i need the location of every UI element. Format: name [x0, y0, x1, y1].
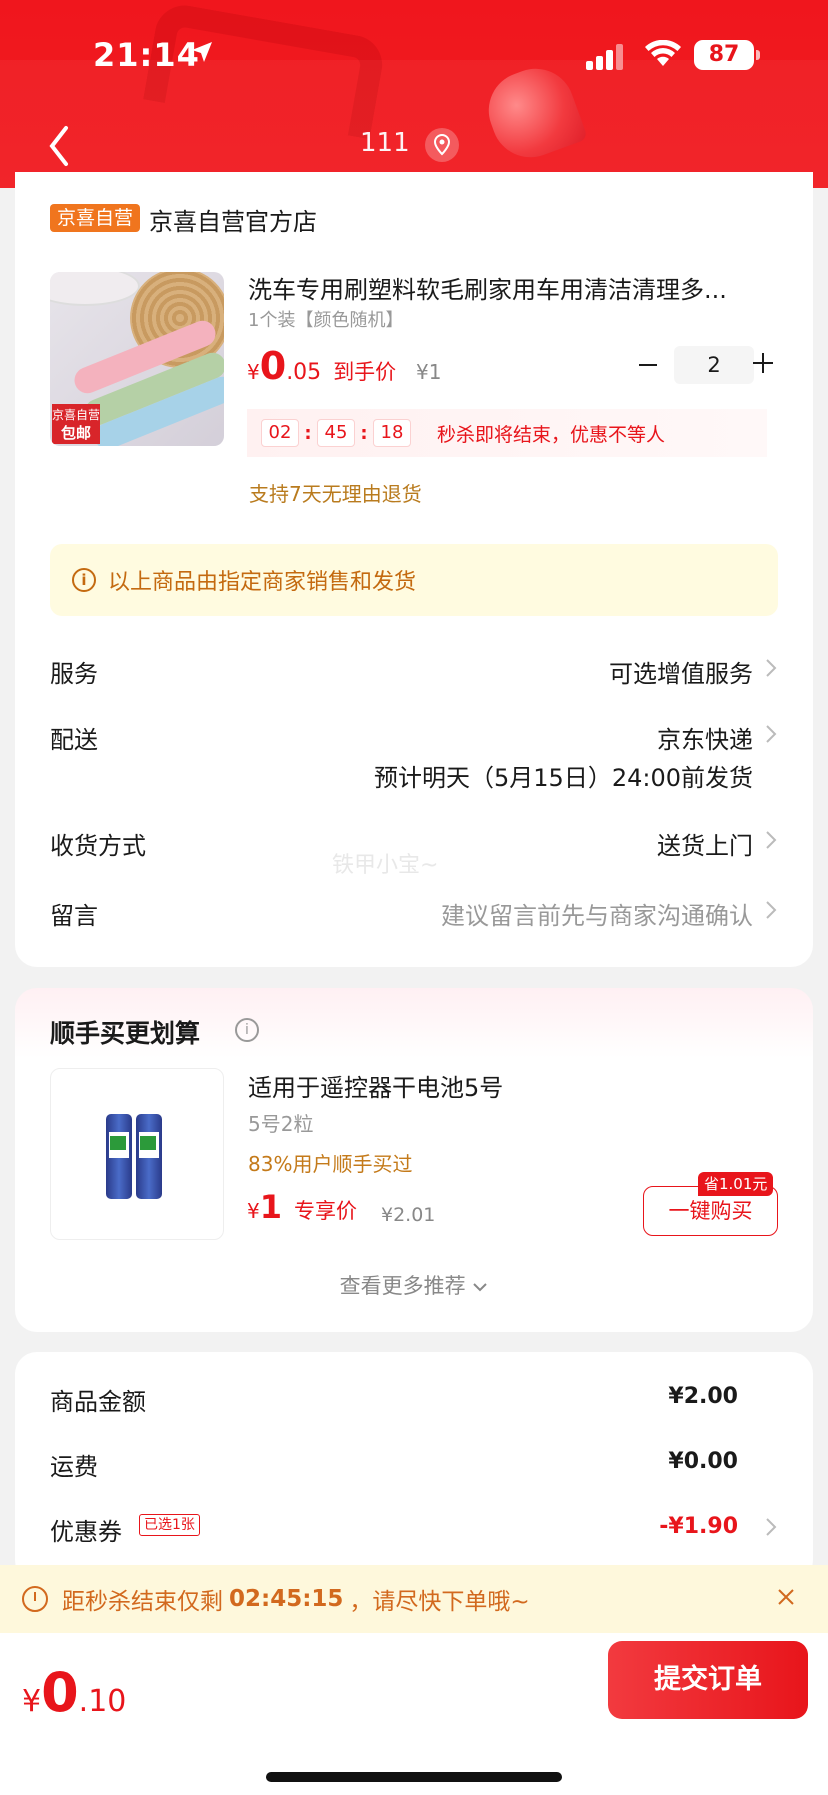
seller-notice: i 以上商品由指定商家销售和发货 — [50, 544, 778, 616]
home-indicator[interactable] — [266, 1772, 562, 1782]
quantity-input[interactable]: 2 — [674, 346, 754, 384]
return-policy: 支持7天无理由退货 — [249, 482, 422, 506]
delivery-value: 京东快递 — [657, 726, 753, 754]
coupon-value: -¥1.90 — [659, 1514, 738, 1539]
recommend-item-image[interactable] — [50, 1068, 224, 1240]
status-time: 21:14 — [93, 36, 200, 74]
flash-sale-banner: 距秒杀结束仅剩 02:45:15 ，请尽快下单哦~ — [0, 1565, 828, 1633]
free-shipping-tag-top: 京喜自营 — [52, 408, 101, 422]
chevron-right-icon — [766, 725, 777, 743]
recommend-item-bought: 83%用户顺手买过 — [248, 1152, 413, 1176]
flash-sale-countdown: 02 : 45 : 18 秒杀即将结束，优惠不等人 — [247, 409, 767, 457]
price-integer: 0 — [41, 1661, 79, 1724]
free-shipping-tag: 京喜自营 包邮 — [52, 404, 100, 444]
original-price: ¥1 — [416, 360, 442, 384]
coupon-selected-badge: 已选1张 — [139, 1514, 200, 1536]
price-decimal: .10 — [78, 1684, 127, 1719]
delivery-estimate: 预计明天（5月15日）24:00前发货 — [374, 764, 753, 792]
save-amount-badge: 省1.01元 — [698, 1172, 774, 1196]
product-price: ¥ 0 .05 到手价 — [247, 344, 396, 388]
bottom-bar: ¥ 0 .10 提交订单 — [0, 1633, 828, 1795]
shipping-label: 运费 — [50, 1453, 98, 1481]
order-card: 京喜自营 京喜自营官方店 京喜自营 包邮 洗车专用刷塑料软毛刷家用车用清洁清理多… — [15, 172, 813, 967]
quantity-minus-icon[interactable] — [635, 352, 661, 378]
receive-method-value: 送货上门 — [657, 832, 753, 860]
status-bar: 21:14 87 — [0, 0, 828, 110]
quantity-plus-icon[interactable] — [748, 348, 778, 378]
message-label: 留言 — [50, 902, 98, 930]
close-icon[interactable] — [774, 1585, 798, 1609]
countdown-separator: : — [360, 422, 368, 444]
banner-prefix: 距秒杀结束仅剩 — [62, 1589, 223, 1615]
countdown-minutes: 45 — [317, 419, 355, 447]
battery-icon: 87 — [694, 40, 760, 70]
message-placeholder: 建议留言前先与商家沟通确认 — [441, 902, 753, 930]
watermark: 铁甲小宝~ — [332, 853, 439, 878]
recommend-card: 顺手买更划算 i 适用于遥控器干电池5号 5号2粒 83%用户顺手买过 ¥ 1 … — [15, 988, 813, 1332]
product-title[interactable]: 洗车专用刷塑料软毛刷家用车用清洁清理多... — [248, 270, 778, 305]
receive-method-label: 收货方式 — [50, 832, 146, 860]
price-symbol: ¥ — [22, 1684, 42, 1719]
cellular-signal-icon — [586, 44, 623, 70]
price-summary-card: 商品金额 ¥2.00 运费 ¥0.00 优惠券 已选1张 -¥1.90 — [15, 1352, 813, 1582]
chevron-right-icon — [766, 901, 777, 919]
chevron-right-icon — [766, 831, 777, 849]
flash-sale-text: 秒杀即将结束，优惠不等人 — [437, 423, 666, 446]
bowl-decoration — [50, 272, 140, 306]
nav-title: 111 — [360, 128, 410, 158]
info-icon: i — [72, 568, 96, 592]
recommend-item-spec: 5号2粒 — [248, 1112, 314, 1136]
back-arrow-icon[interactable] — [44, 124, 74, 168]
shop-name[interactable]: 京喜自营官方店 — [149, 202, 317, 237]
service-label: 服务 — [50, 660, 98, 688]
total-price: ¥ 0 .10 — [22, 1661, 126, 1724]
countdown-separator: : — [304, 422, 312, 444]
more-recommend-label: 查看更多推荐 — [339, 1274, 466, 1298]
price-integer: 0 — [259, 344, 287, 388]
recommend-original-price: ¥2.01 — [381, 1204, 436, 1226]
shop-badge: 京喜自营 — [50, 204, 141, 232]
recommend-title: 顺手买更划算 — [50, 1019, 201, 1048]
price-symbol: ¥ — [247, 1199, 260, 1223]
goods-amount-label: 商品金额 — [50, 1388, 146, 1416]
price-decimal: .05 — [286, 360, 322, 385]
chevron-right-icon — [766, 659, 777, 677]
info-icon[interactable]: i — [235, 1018, 259, 1042]
chevron-down-icon — [473, 1283, 488, 1292]
product-spec: 1个装【颜色随机】 — [248, 310, 404, 331]
location-pin-icon[interactable] — [425, 128, 459, 162]
price-integer: 1 — [259, 1188, 282, 1226]
price-label: 专享价 — [294, 1199, 357, 1223]
banner-suffix: ，请尽快下单哦~ — [349, 1589, 530, 1615]
header: 21:14 87 111 — [0, 0, 828, 188]
coupon-label: 优惠券 — [50, 1518, 122, 1546]
recommend-item-price: ¥ 1 专享价 — [247, 1188, 357, 1226]
timer-icon — [22, 1586, 48, 1612]
battery-product-left — [106, 1114, 132, 1199]
location-arrow-icon — [192, 42, 212, 62]
chevron-right-icon — [766, 1518, 777, 1536]
recommend-item-title[interactable]: 适用于遥控器干电池5号 — [248, 1068, 503, 1103]
price-symbol: ¥ — [247, 360, 260, 384]
shipping-value: ¥0.00 — [668, 1449, 738, 1474]
seller-notice-text: 以上商品由指定商家销售和发货 — [108, 570, 417, 595]
delivery-label: 配送 — [50, 726, 98, 754]
goods-amount-value: ¥2.00 — [668, 1384, 738, 1409]
product-image[interactable]: 京喜自营 包邮 — [50, 272, 224, 446]
banner-time: 02:45:15 — [229, 1586, 344, 1612]
battery-product-right — [136, 1114, 162, 1199]
more-recommend-link[interactable]: 查看更多推荐 — [15, 1270, 813, 1300]
submit-order-button[interactable]: 提交订单 — [608, 1641, 808, 1719]
wifi-icon — [645, 40, 681, 66]
countdown-hours: 02 — [261, 419, 299, 447]
countdown-seconds: 18 — [373, 419, 411, 447]
free-shipping-tag-bottom: 包邮 — [60, 424, 91, 442]
price-label: 到手价 — [333, 360, 397, 384]
service-value: 可选增值服务 — [609, 660, 753, 688]
